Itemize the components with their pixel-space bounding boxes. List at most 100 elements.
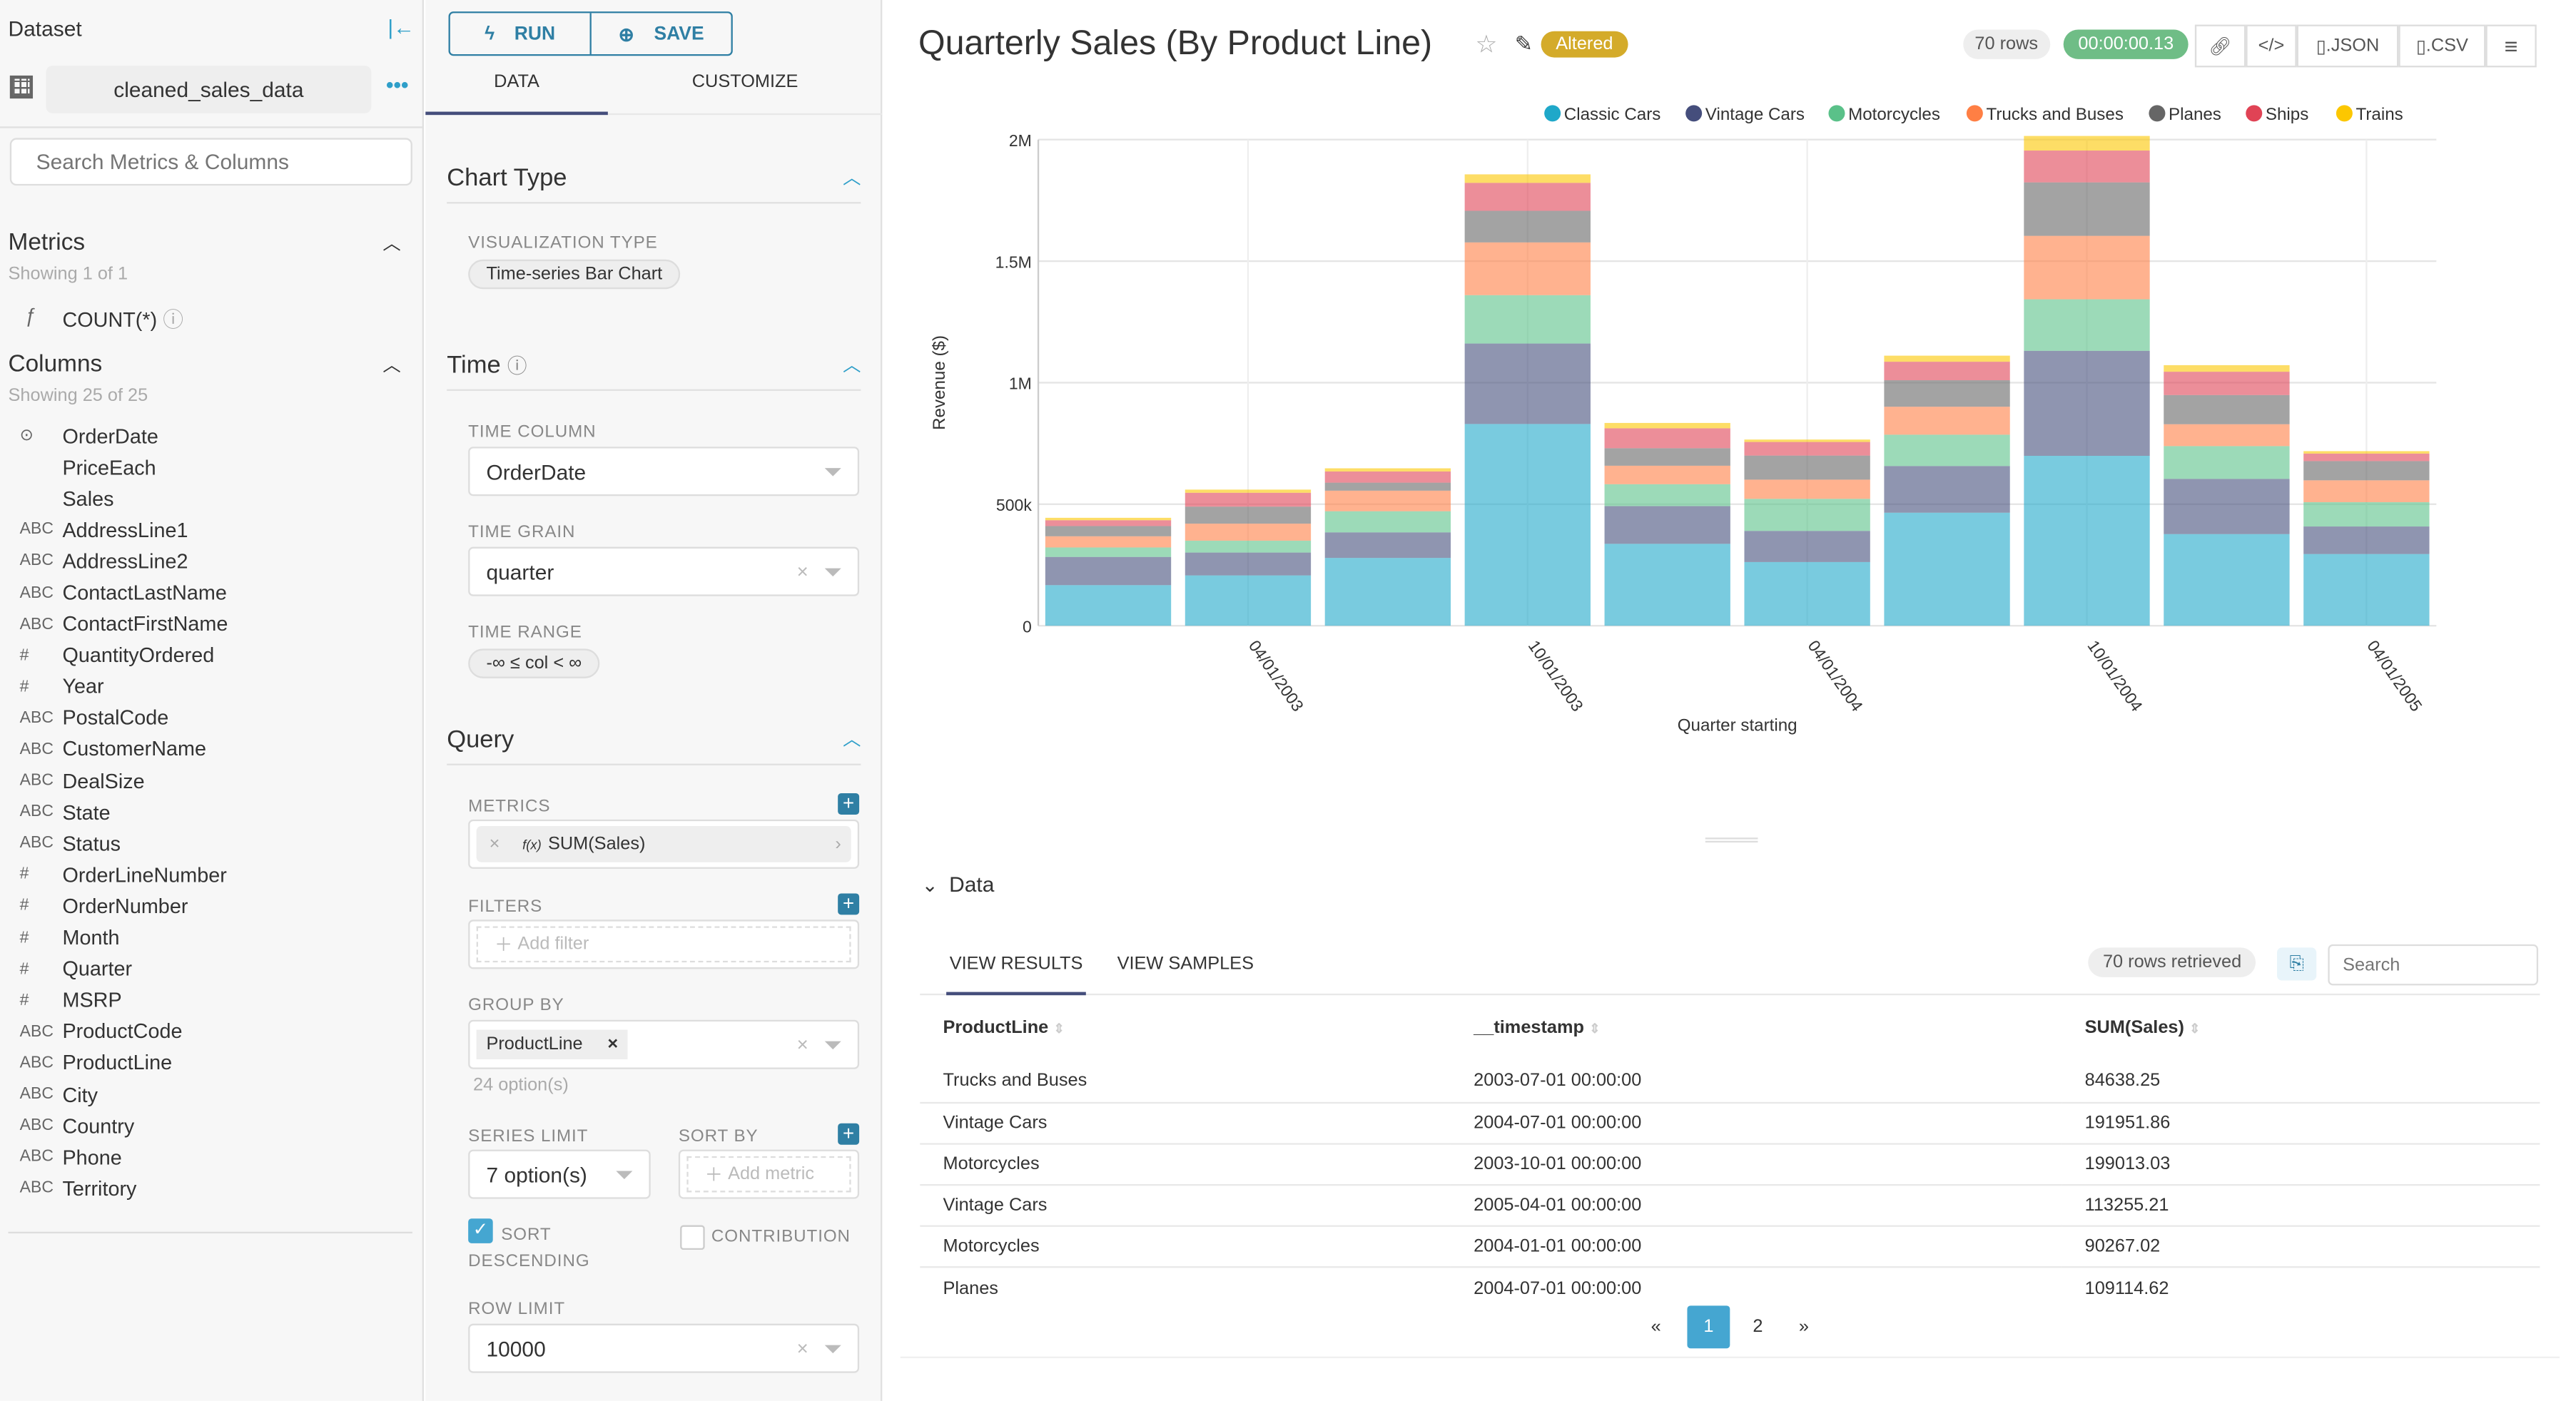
column-item[interactable]: ABC Territory: [9, 1173, 403, 1204]
column-item[interactable]: ABC City: [9, 1079, 403, 1111]
tab-data[interactable]: DATA: [425, 72, 608, 116]
collapse-icon[interactable]: |←: [387, 15, 415, 40]
clear-icon[interactable]: ×: [797, 1033, 808, 1056]
add-metric-plus-icon[interactable]: +: [838, 793, 860, 815]
bar-segment: [1324, 511, 1451, 533]
legend-item[interactable]: Planes: [2169, 105, 2221, 124]
chevron-up-icon[interactable]: ︿: [843, 352, 861, 379]
column-item[interactable]: PriceEach: [9, 452, 403, 483]
column-item[interactable]: # Quarter: [9, 954, 403, 985]
column-item[interactable]: # MSRP: [9, 985, 403, 1017]
time-grain-select[interactable]: quarter ×: [468, 546, 860, 596]
column-item[interactable]: ABC Phone: [9, 1141, 403, 1173]
column-item[interactable]: ABC Country: [9, 1110, 403, 1141]
column-item[interactable]: ABC CustomerName: [9, 734, 403, 765]
column-item[interactable]: ABC AddressLine1: [9, 514, 403, 546]
clear-icon[interactable]: ×: [797, 1337, 808, 1360]
add-filter-plus-icon[interactable]: +: [838, 893, 860, 915]
series-limit-select[interactable]: 7 option(s): [468, 1149, 651, 1199]
column-item[interactable]: ABC State: [9, 797, 403, 828]
metric-tag[interactable]: × f(x) SUM(Sales) ›: [476, 826, 851, 862]
legend-item[interactable]: Trains: [2356, 105, 2403, 124]
metric-value: SUM(Sales): [547, 834, 646, 855]
legend-marker: [2336, 105, 2353, 122]
column-item[interactable]: ABC ContactLastName: [9, 577, 403, 608]
caret-down-icon: [616, 1170, 633, 1178]
column-item[interactable]: ABC ContactFirstName: [9, 608, 403, 640]
filters-select[interactable]: ＋ Add filter: [468, 919, 860, 969]
query-section: Query ︿: [447, 726, 861, 765]
bar-segment: [1744, 439, 1870, 442]
tab-view-results[interactable]: VIEW RESULTS: [946, 954, 1087, 996]
table-cell: 84638.25: [2084, 1071, 2161, 1091]
add-sort-plus-icon[interactable]: +: [838, 1124, 860, 1145]
run-button[interactable]: ϟ RUN: [450, 13, 592, 54]
chevron-up-icon[interactable]: ︿: [843, 164, 861, 192]
column-header[interactable]: ProductLine ⇕: [920, 995, 1451, 1061]
column-header[interactable]: __timestamp ⇕: [1451, 995, 2062, 1061]
sort-icon[interactable]: ⇕: [1589, 1022, 1600, 1036]
remove-icon[interactable]: ×: [607, 1034, 618, 1054]
column-item[interactable]: Sales: [9, 483, 403, 514]
contribution-checkbox[interactable]: [680, 1225, 705, 1250]
column-item[interactable]: # Year: [9, 671, 403, 703]
tab-customize[interactable]: CUSTOMIZE: [608, 72, 882, 113]
column-item[interactable]: ABC DealSize: [9, 765, 403, 797]
x-tick-label: 04/01/2005: [2363, 637, 2425, 715]
data-panel-toggle[interactable]: ⌄ Data: [922, 872, 995, 897]
bar-segment: [1185, 489, 1312, 493]
bar-segment: [2303, 480, 2430, 502]
results-table: ProductLine ⇕ __timestamp ⇕ SUM(Sales) ⇕…: [920, 995, 2540, 1309]
column-item[interactable]: ABC ProductCode: [9, 1017, 403, 1048]
metric-item[interactable]: COUNT(*) ⓘ: [62, 302, 183, 334]
sort-icon[interactable]: ⇕: [2189, 1022, 2200, 1036]
time-range-button[interactable]: -∞ ≤ col < ∞: [468, 648, 600, 678]
legend-item[interactable]: Vintage Cars: [1705, 105, 1805, 124]
legend-item[interactable]: Motorcycles: [1848, 105, 1940, 124]
resize-handle[interactable]: [1705, 837, 1758, 843]
y-tick-label: 1M: [1009, 375, 1032, 393]
tab-view-samples[interactable]: VIEW SAMPLES: [1117, 954, 1254, 974]
column-item[interactable]: # OrderLineNumber: [9, 860, 403, 891]
chevron-up-icon[interactable]: ︿: [843, 726, 861, 754]
metrics-select[interactable]: × f(x) SUM(Sales) ›: [468, 819, 860, 869]
column-item[interactable]: ABC Status: [9, 828, 403, 860]
bar-segment: [1604, 465, 1730, 484]
viz-type-button[interactable]: Time-series Bar Chart: [468, 259, 681, 290]
column-item[interactable]: ABC AddressLine2: [9, 546, 403, 577]
legend-item[interactable]: Trucks and Buses: [1986, 105, 2123, 124]
add-metric-button[interactable]: ＋ Add metric: [686, 1156, 851, 1193]
column-header[interactable]: SUM(Sales) ⇕: [2062, 995, 2540, 1061]
legend-item[interactable]: Ships: [2266, 105, 2308, 124]
sort-icon[interactable]: ⇕: [1053, 1022, 1064, 1036]
copy-icon[interactable]: ⎘: [2276, 947, 2317, 981]
metrics-collapse-icon[interactable]: ︿: [382, 230, 400, 256]
time-column-select[interactable]: OrderDate: [468, 447, 860, 496]
groupby-select[interactable]: ProductLine × ×: [468, 1019, 860, 1069]
column-item[interactable]: # OrderNumber: [9, 891, 403, 922]
column-item[interactable]: ⊙ OrderDate: [9, 420, 403, 452]
clear-icon[interactable]: ×: [797, 560, 808, 583]
legend-item[interactable]: Classic Cars: [1564, 105, 1661, 124]
column-item[interactable]: # QuantityOrdered: [9, 640, 403, 671]
more-icon[interactable]: •••: [386, 72, 408, 97]
sort-by-label: SORT BY: [678, 1126, 759, 1147]
add-filter-button[interactable]: ＋ Add filter: [476, 926, 851, 963]
row-limit-select[interactable]: 10000 ×: [468, 1323, 860, 1373]
results-search-input[interactable]: [2328, 944, 2539, 986]
remove-icon[interactable]: ×: [477, 835, 513, 855]
columns-collapse-icon[interactable]: ︿: [382, 352, 400, 378]
table-row: Motorcycles 2004-01-01 00:00:00 90267.02: [920, 1226, 2540, 1268]
next-page-button[interactable]: »: [1779, 1317, 1828, 1337]
column-item[interactable]: ABC PostalCode: [9, 703, 403, 734]
page-2-button[interactable]: 2: [1737, 1317, 1780, 1337]
page-1-button[interactable]: 1: [1687, 1305, 1730, 1349]
sort-by-select[interactable]: ＋ Add metric: [678, 1149, 860, 1199]
column-item[interactable]: ABC ProductLine: [9, 1048, 403, 1079]
column-item[interactable]: # Month: [9, 922, 403, 954]
dataset-name[interactable]: cleaned_sales_data: [46, 66, 372, 113]
legend-marker: [1966, 105, 1983, 122]
prev-page-button[interactable]: «: [1631, 1317, 1680, 1337]
save-button[interactable]: ⊕ SAVE: [592, 13, 731, 54]
search-metrics-input[interactable]: [9, 138, 412, 186]
